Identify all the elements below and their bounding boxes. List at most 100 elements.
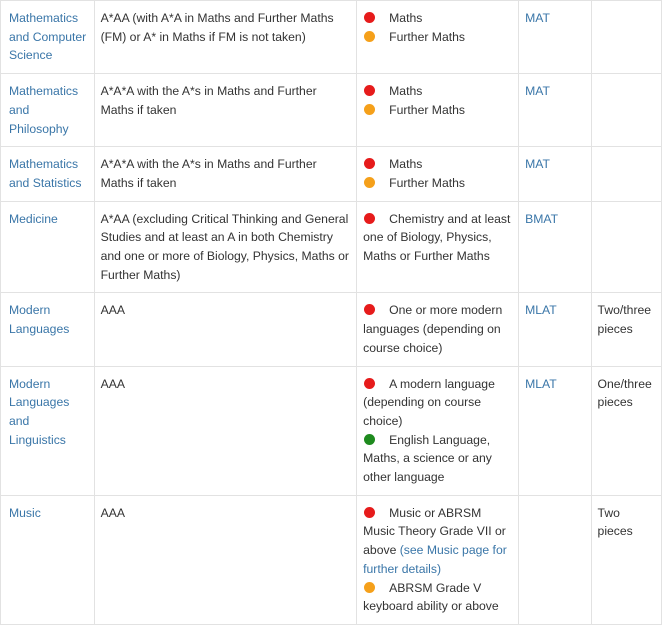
course-link[interactable]: Mathematics and Computer Science [9,11,86,62]
subject-requirement-item: English Language, Maths, a science or an… [363,431,512,487]
subject-requirement-item: A modern language (depending on course c… [363,375,512,431]
requirements-table-body: Mathematics and Computer Science A*AA (wi… [0,0,662,625]
table-row: Modern Languages and Linguistics AAA A mod… [0,365,662,496]
recommended-dot-icon [364,103,376,115]
subject-requirement-item: Maths [363,82,512,101]
written-work-text: One/three pieces [597,376,652,410]
written-work-cell: Two/three pieces [590,292,662,367]
required-dot-icon [364,377,376,389]
subjects-cell: A modern language (depending on course c… [356,365,520,496]
course-link[interactable]: Music [9,506,41,520]
course-link[interactable]: Modern Languages [9,303,69,336]
admissions-test-link[interactable]: MAT [525,11,550,25]
admissions-test-cell: BMAT [518,200,592,294]
required-dot-icon [364,212,376,224]
subject-text: Further Maths [389,102,465,117]
course-cell: Mathematics and Statistics [0,146,95,202]
grade-requirement-text: A*A*A with the A*s in Maths and Further … [100,157,317,190]
subject-text: A modern language (depending on course c… [363,376,495,428]
grades-cell: A*AA (excluding Critical Thinking and Ge… [93,200,358,294]
admissions-test-link[interactable]: MLAT [525,377,557,391]
course-cell: Music [0,494,95,625]
admissions-test-link[interactable]: MAT [525,157,550,171]
admissions-test-cell: MAT [518,73,592,148]
subjects-cell: Chemistry and at least one of Biology, P… [356,200,520,294]
required-dot-icon [364,158,376,170]
helpful-dot-icon [364,433,376,445]
written-work-cell [590,200,662,294]
grades-cell: A*A*A with the A*s in Maths and Further … [93,73,358,148]
table-row: Medicine A*AA (excluding Critical Thinkin… [0,200,662,294]
grades-cell: A*A*A with the A*s in Maths and Further … [93,146,358,202]
grade-requirement-text: AAA [100,376,125,391]
subject-text: ABRSM Grade V keyboard ability or above [363,580,499,614]
admissions-test-cell: MLAT [518,365,592,496]
subject-text: Chemistry and at least one of Biology, P… [363,211,511,264]
grades-cell: A*AA (with A*A in Maths and Further Math… [93,0,358,75]
grade-requirement-text: A*AA (excluding Critical Thinking and Ge… [100,211,349,282]
course-cell: Mathematics and Computer Science [0,0,95,75]
subject-requirement-item: Maths [363,155,512,174]
admissions-test-cell [518,494,592,625]
subject-requirement-item: Further Maths [363,101,512,120]
subject-requirement-item: Chemistry and at least one of Biology, P… [363,210,512,266]
subjects-cell: Maths Further Maths [356,0,520,75]
subject-text: Further Maths [389,29,465,44]
subject-text: Maths [389,84,423,99]
course-link[interactable]: Medicine [9,212,58,226]
required-dot-icon [364,12,376,23]
admissions-test-cell: MAT [518,146,592,202]
course-cell: Mathematics and Philosophy [0,73,95,148]
written-work-cell [590,73,662,148]
admissions-requirements-page: Mathematics and Computer Science A*AA (wi… [0,0,662,625]
grade-requirement-text: AAA [100,505,125,520]
table-row: Modern Languages AAA One or more modern la… [0,292,662,367]
course-cell: Medicine [0,200,95,294]
admissions-test-cell: MLAT [518,292,592,367]
required-dot-icon [364,506,376,518]
course-cell: Modern Languages [0,292,95,367]
requirements-table: Mathematics and Computer Science A*AA (wi… [0,0,662,625]
grade-requirement-text: A*AA (with A*A in Maths and Further Math… [100,11,334,44]
subjects-cell: Music or ABRSM Music Theory Grade VII or… [356,494,520,625]
table-row: Mathematics and Computer Science A*AA (wi… [0,0,662,75]
subject-text: English Language, Maths, a science or an… [363,432,492,485]
subjects-cell: Maths Further Maths [356,146,520,202]
subject-text: Maths [389,11,423,25]
grades-cell: AAA [93,292,358,367]
grade-requirement-text: A*A*A with the A*s in Maths and Further … [100,84,317,117]
written-work-cell [590,146,662,202]
recommended-dot-icon [364,30,376,42]
written-work-text: Two pieces [597,505,633,539]
recommended-dot-icon [364,176,376,188]
course-link[interactable]: Mathematics and Philosophy [9,84,78,135]
written-work-text: Two/three pieces [597,303,652,337]
subject-requirement-item: One or more modern languages (depending … [363,301,512,357]
course-link[interactable]: Mathematics and Statistics [9,157,81,190]
grade-requirement-text: AAA [100,303,125,318]
required-dot-icon [364,85,376,97]
admissions-test-link[interactable]: MLAT [525,303,557,317]
course-cell: Modern Languages and Linguistics [0,365,95,496]
subjects-cell: One or more modern languages (depending … [356,292,520,367]
subject-requirement-item: Further Maths [363,174,512,193]
table-row: Mathematics and Statistics A*A*A with the… [0,146,662,202]
written-work-cell: One/three pieces [590,365,662,496]
subject-requirement-item: Music or ABRSM Music Theory Grade VII or… [363,504,512,579]
subject-requirement-item: Further Maths [363,28,512,47]
recommended-dot-icon [364,581,376,593]
course-link[interactable]: Modern Languages and Linguistics [9,377,69,447]
subject-text: Further Maths [389,175,465,190]
grades-cell: AAA [93,365,358,496]
required-dot-icon [364,304,376,316]
admissions-test-link[interactable]: BMAT [525,212,558,226]
written-work-cell: Two pieces [590,494,662,625]
subjects-cell: Maths Further Maths [356,73,520,148]
grades-cell: AAA [93,494,358,625]
table-row: Mathematics and Philosophy A*A*A with the… [0,73,662,148]
subject-requirement-item: ABRSM Grade V keyboard ability or above [363,579,512,616]
admissions-test-link[interactable]: MAT [525,84,550,98]
subject-requirement-item: Maths [363,9,512,28]
admissions-test-cell: MAT [518,0,592,75]
written-work-cell [590,0,662,75]
